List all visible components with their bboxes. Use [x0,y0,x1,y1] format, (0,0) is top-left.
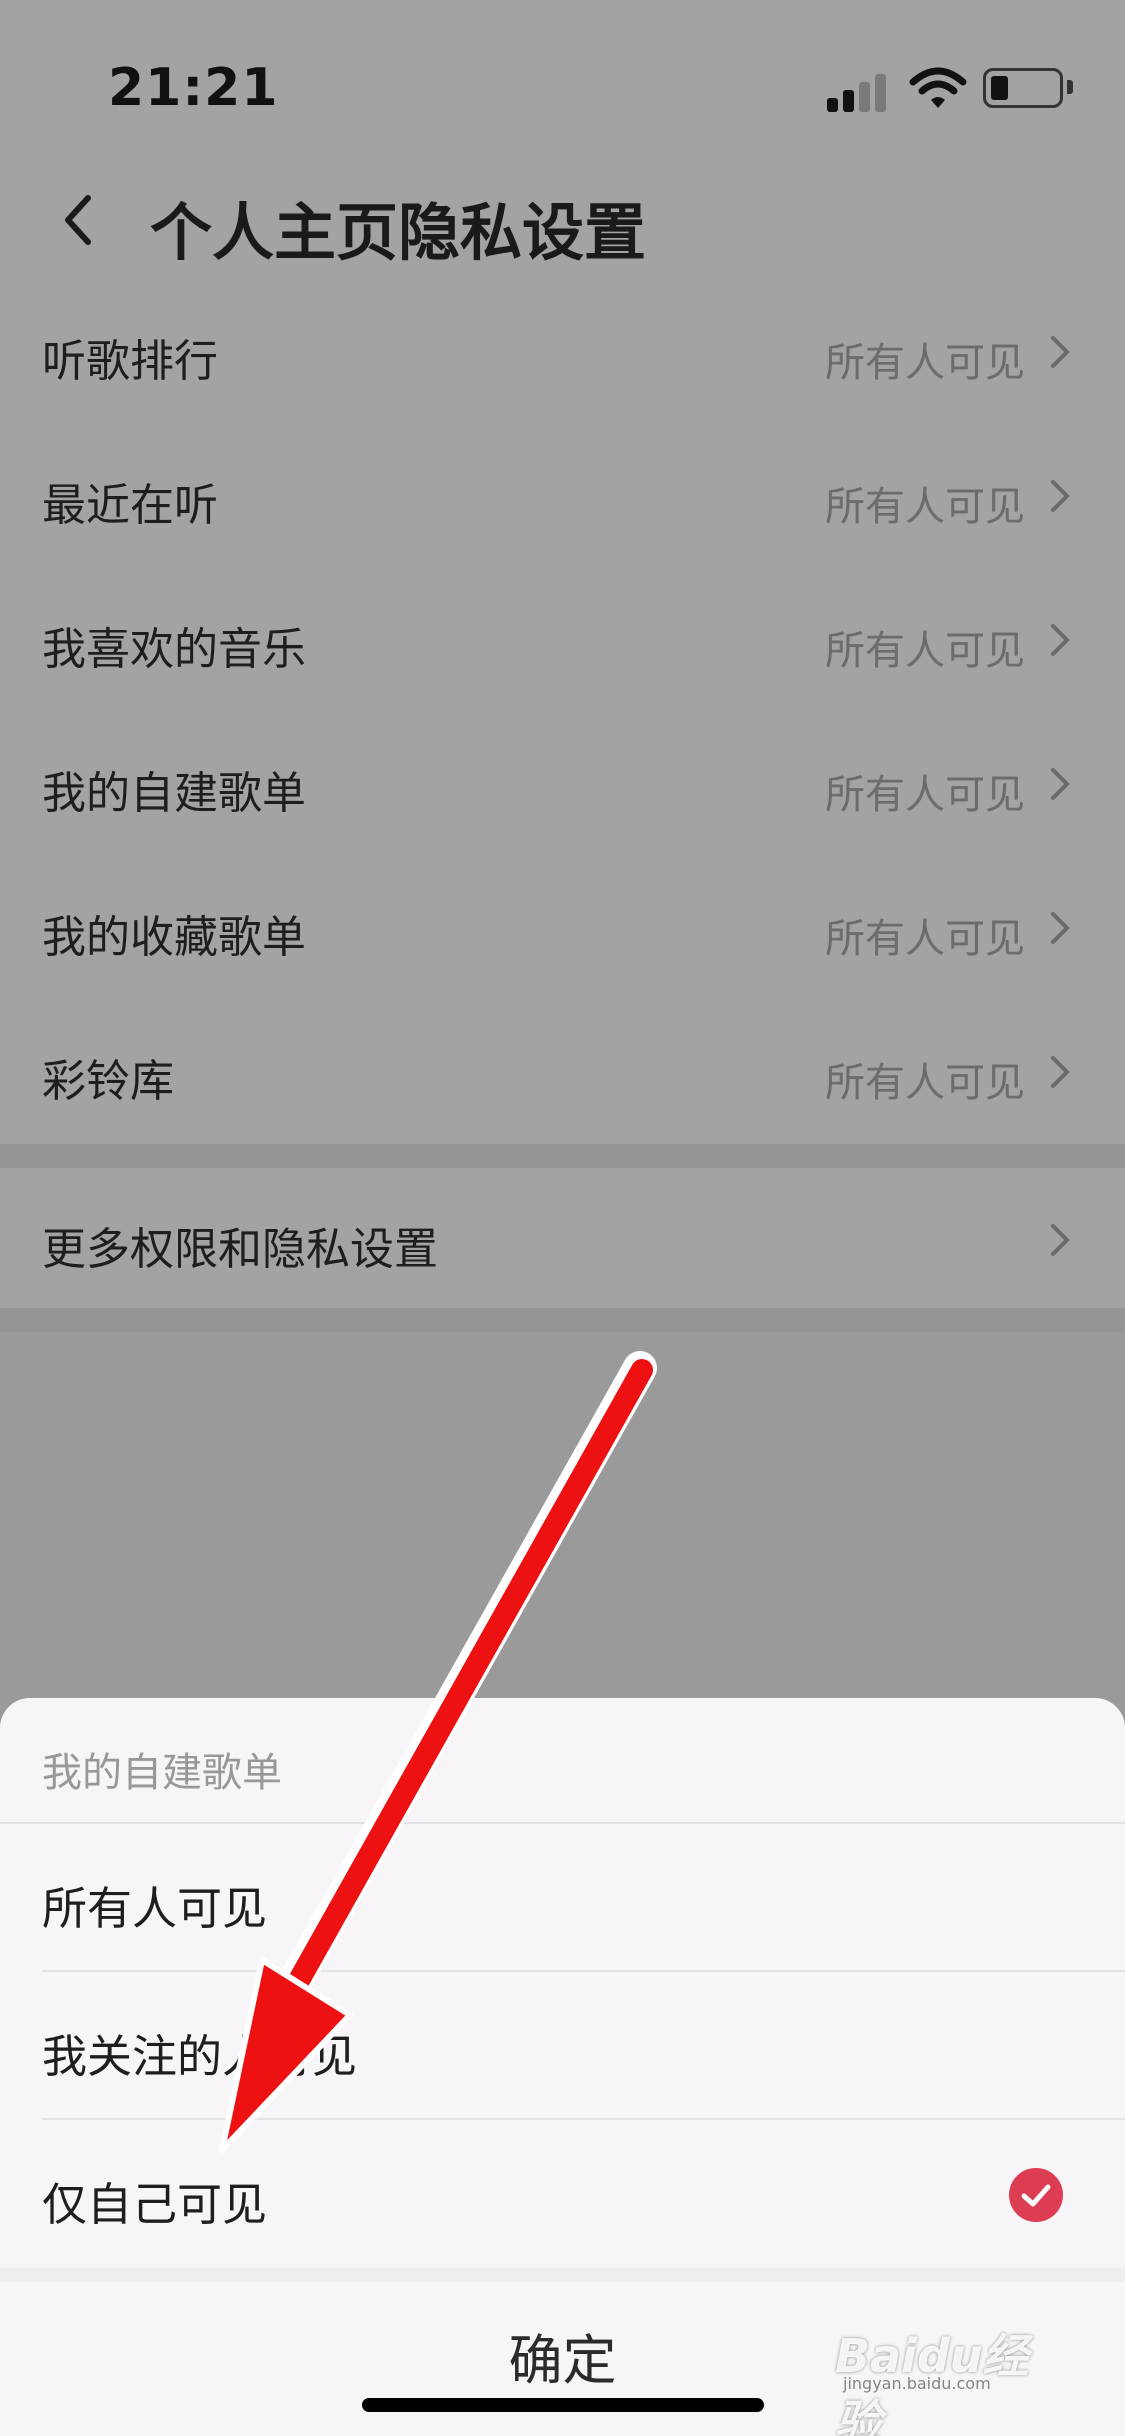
row-label: 我喜欢的音乐 [42,624,306,675]
battery-icon [983,68,1063,108]
settings-row[interactable]: 我喜欢的音乐 所有人可见 [0,568,1125,712]
nav-bar: 个人主页隐私设置 [0,160,1125,290]
battery-level [991,76,1008,100]
signal-icon [843,90,854,112]
settings-row[interactable]: 最近在听 所有人可见 [0,424,1125,568]
row-value: 所有人可见 [825,916,1025,962]
privacy-settings-page: 21:21 个人主页隐私设置 听歌排行 所有人可见 最近在听 所有人可见 我喜欢… [0,0,1125,1332]
settings-row[interactable]: 我的收藏歌单 所有人可见 [0,856,1125,1000]
chevron-right-icon [1047,1052,1073,1092]
row-label: 听歌排行 [42,336,218,387]
status-icons [827,66,1073,112]
row-value: 所有人可见 [825,628,1025,674]
row-value: 所有人可见 [825,1060,1025,1106]
section-divider [0,1308,1125,1332]
signal-icon [859,82,870,112]
row-label: 我的收藏歌单 [42,912,306,963]
sheet-title: 我的自建歌单 [42,1750,282,1796]
settings-row[interactable]: 听歌排行 所有人可见 [0,280,1125,424]
chevron-right-icon [1047,1220,1073,1260]
page-title: 个人主页隐私设置 [150,196,647,269]
chevron-right-icon [1047,476,1073,516]
back-button[interactable] [40,180,120,260]
more-settings-row[interactable]: 更多权限和隐私设置 [0,1168,1125,1308]
status-bar: 21:21 [0,0,1125,150]
sheet-header: 我的自建歌单 [0,1698,1125,1824]
app-screen: 21:21 个人主页隐私设置 听歌排行 所有人可见 最近在听 所有人可见 我喜欢… [0,0,1125,2436]
row-label: 我的自建歌单 [42,768,306,819]
settings-row[interactable]: 我的自建歌单 所有人可见 [0,712,1125,856]
status-time: 21:21 [108,58,279,118]
option-everyone[interactable]: 所有人可见 [0,1824,1125,1972]
battery-cap [1067,80,1073,94]
settings-row[interactable]: 彩铃库 所有人可见 [0,1000,1125,1144]
settings-list: 听歌排行 所有人可见 最近在听 所有人可见 我喜欢的音乐 所有人可见 我的自建歌… [0,280,1125,1332]
check-circle-icon [1009,2168,1063,2222]
row-label: 更多权限和隐私设置 [42,1224,438,1275]
row-label: 彩铃库 [42,1056,174,1107]
chevron-left-icon [65,195,91,245]
chevron-right-icon [1047,908,1073,948]
row-value: 所有人可见 [825,484,1025,530]
home-indicator[interactable] [362,2398,764,2412]
wifi-icon [909,66,967,110]
option-only-me[interactable]: 仅自己可见 [0,2120,1125,2268]
option-following[interactable]: 我关注的人可见 [0,1972,1125,2120]
row-label: 最近在听 [42,480,218,531]
option-label: 我关注的人可见 [42,2030,358,2083]
watermark-logo: Baidu经验 jingyan.baidu.com [835,2300,1065,2436]
row-value: 所有人可见 [825,340,1025,386]
option-label: 所有人可见 [42,1882,268,1935]
chevron-right-icon [1047,332,1073,372]
chevron-right-icon [1047,620,1073,660]
signal-icon [875,74,886,112]
chevron-right-icon [1047,764,1073,804]
signal-icon [827,98,838,112]
section-divider [0,1144,1125,1168]
option-label: 仅自己可见 [42,2178,268,2231]
row-value: 所有人可见 [825,772,1025,818]
watermark-subtext: jingyan.baidu.com [843,2374,991,2393]
